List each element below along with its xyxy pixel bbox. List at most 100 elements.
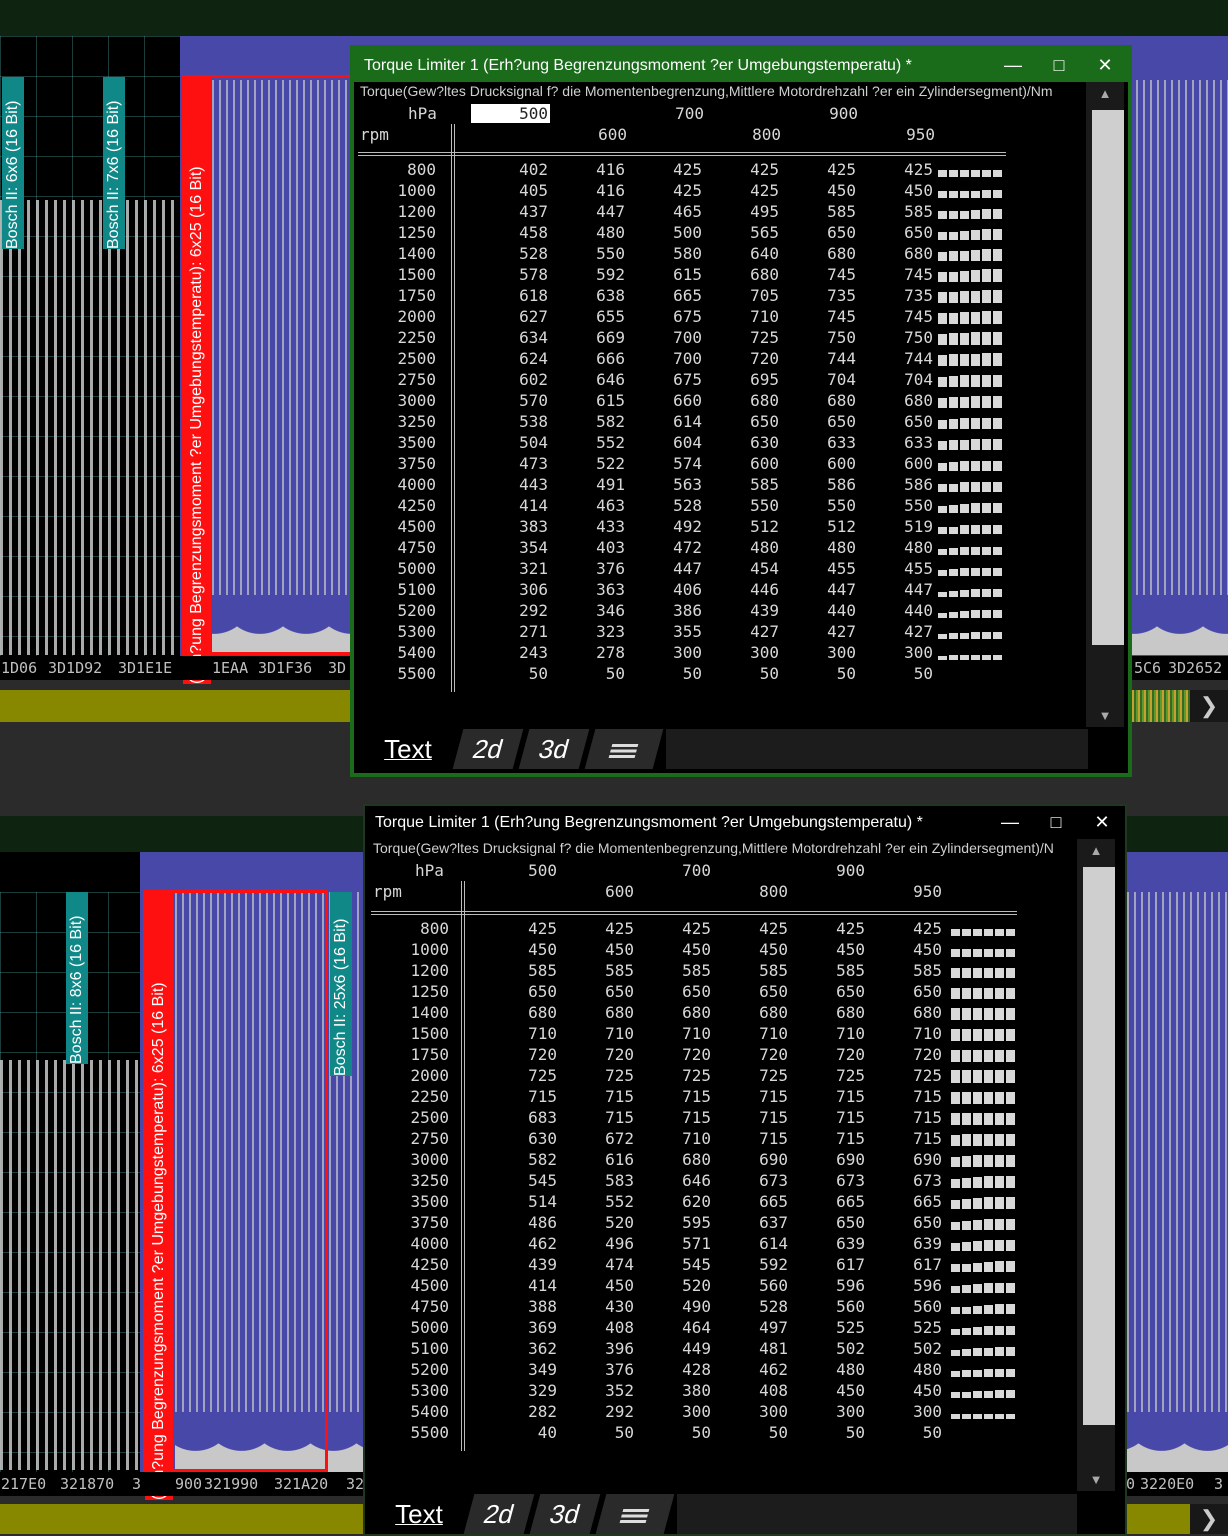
table-cell[interactable]: 405: [471, 181, 548, 200]
y-axis-value[interactable]: 1400: [358, 244, 436, 263]
map-table[interactable]: Torque(Gew?ltes Drucksignal f? die Momen…: [371, 839, 1077, 1491]
y-axis-value[interactable]: 4750: [358, 538, 436, 557]
table-cell[interactable]: 480: [856, 538, 933, 557]
y-axis-value[interactable]: 3250: [371, 1171, 449, 1190]
table-cell[interactable]: 673: [788, 1171, 865, 1190]
table-cell[interactable]: 474: [557, 1255, 634, 1274]
map-label-bosch-a[interactable]: Bosch II: 8x6 (16 Bit): [66, 892, 88, 1064]
y-axis-value[interactable]: 5000: [371, 1318, 449, 1337]
table-cell[interactable]: 672: [557, 1129, 634, 1148]
table-cell[interactable]: 660: [625, 391, 702, 410]
table-cell[interactable]: 574: [625, 454, 702, 473]
table-cell[interactable]: 585: [788, 961, 865, 980]
y-axis-value[interactable]: 4000: [371, 1234, 449, 1253]
table-cell[interactable]: 710: [788, 1024, 865, 1043]
scrollbar-thumb[interactable]: [1092, 110, 1124, 645]
table-cell[interactable]: 680: [634, 1003, 711, 1022]
table-cell[interactable]: 425: [779, 160, 856, 179]
x-axis-value[interactable]: 600: [557, 882, 634, 901]
table-cell[interactable]: 750: [856, 328, 933, 347]
table-cell[interactable]: 300: [856, 643, 933, 662]
table-cell[interactable]: 502: [865, 1339, 942, 1358]
table-cell[interactable]: 362: [480, 1339, 557, 1358]
table-cell[interactable]: 650: [702, 412, 779, 431]
y-axis-value[interactable]: 5100: [371, 1339, 449, 1358]
table-cell[interactable]: 486: [480, 1213, 557, 1232]
table-cell[interactable]: 439: [480, 1255, 557, 1274]
table-cell[interactable]: 704: [856, 370, 933, 389]
table-cell[interactable]: 300: [779, 643, 856, 662]
table-cell[interactable]: 355: [625, 622, 702, 641]
table-cell[interactable]: 720: [634, 1045, 711, 1064]
table-cell[interactable]: 745: [856, 265, 933, 284]
table-cell[interactable]: 455: [856, 559, 933, 578]
table-cell[interactable]: 618: [471, 286, 548, 305]
y-axis-value[interactable]: 2250: [358, 328, 436, 347]
table-cell[interactable]: 690: [865, 1150, 942, 1169]
table-cell[interactable]: 604: [625, 433, 702, 452]
table-cell[interactable]: 745: [856, 307, 933, 326]
table-cell[interactable]: 650: [788, 982, 865, 1001]
scroll-down-icon[interactable]: ▼: [1086, 708, 1124, 723]
table-cell[interactable]: 596: [865, 1276, 942, 1295]
y-axis-value[interactable]: 2750: [371, 1129, 449, 1148]
table-cell[interactable]: 300: [634, 1402, 711, 1421]
table-cell[interactable]: 550: [702, 496, 779, 515]
tab-text[interactable]: Text: [375, 1494, 463, 1534]
table-cell[interactable]: 710: [634, 1024, 711, 1043]
table-cell[interactable]: 650: [711, 982, 788, 1001]
table-cell[interactable]: 617: [788, 1255, 865, 1274]
y-axis-value[interactable]: 2750: [358, 370, 436, 389]
table-cell[interactable]: 323: [548, 622, 625, 641]
table-cell[interactable]: 700: [625, 328, 702, 347]
x-axis-value[interactable]: 600: [550, 125, 627, 144]
minimize-icon[interactable]: —: [990, 49, 1036, 82]
table-cell[interactable]: 616: [557, 1150, 634, 1169]
y-axis-value[interactable]: 5300: [371, 1381, 449, 1400]
table-cell[interactable]: 495: [702, 202, 779, 221]
table-cell[interactable]: 595: [634, 1213, 711, 1232]
table-cell[interactable]: 560: [865, 1297, 942, 1316]
table-cell[interactable]: 455: [779, 559, 856, 578]
table-cell[interactable]: 586: [779, 475, 856, 494]
table-cell[interactable]: 271: [471, 622, 548, 641]
x-axis-value[interactable]: 700: [634, 861, 711, 880]
table-cell[interactable]: 480: [702, 538, 779, 557]
table-cell[interactable]: 490: [634, 1297, 711, 1316]
table-cell[interactable]: 292: [557, 1402, 634, 1421]
table-cell[interactable]: 680: [779, 244, 856, 263]
table-cell[interactable]: 633: [779, 433, 856, 452]
x-axis-value[interactable]: 900: [788, 861, 865, 880]
table-cell[interactable]: 585: [480, 961, 557, 980]
y-axis-value[interactable]: 1000: [358, 181, 436, 200]
table-cell[interactable]: 563: [625, 475, 702, 494]
table-cell[interactable]: 481: [711, 1339, 788, 1358]
table-cell[interactable]: 50: [779, 664, 856, 683]
table-cell[interactable]: 725: [702, 328, 779, 347]
table-cell[interactable]: 306: [471, 580, 548, 599]
x-axis-value[interactable]: 900: [781, 104, 858, 123]
table-cell[interactable]: 450: [711, 940, 788, 959]
table-cell[interactable]: 388: [480, 1297, 557, 1316]
table-cell[interactable]: 725: [788, 1066, 865, 1085]
table-cell[interactable]: 528: [471, 244, 548, 263]
table-cell[interactable]: 633: [856, 433, 933, 452]
table-cell[interactable]: 512: [702, 517, 779, 536]
table-cell[interactable]: 472: [625, 538, 702, 557]
table-cell[interactable]: 725: [634, 1066, 711, 1085]
table-cell[interactable]: 725: [557, 1066, 634, 1085]
table-cell[interactable]: 496: [557, 1234, 634, 1253]
x-axis-value[interactable]: 800: [704, 125, 781, 144]
y-axis-value[interactable]: 1200: [358, 202, 436, 221]
y-axis-value[interactable]: 4500: [358, 517, 436, 536]
table-cell[interactable]: 570: [471, 391, 548, 410]
y-axis-value[interactable]: 1400: [371, 1003, 449, 1022]
table-cell[interactable]: 522: [548, 454, 625, 473]
x-axis-value[interactable]: 950: [865, 882, 942, 901]
y-axis-value[interactable]: 4000: [358, 475, 436, 494]
table-cell[interactable]: 725: [480, 1066, 557, 1085]
table-cell[interactable]: 528: [625, 496, 702, 515]
scroll-up-icon[interactable]: ▲: [1077, 843, 1115, 858]
table-cell[interactable]: 710: [480, 1024, 557, 1043]
table-cell[interactable]: 675: [625, 370, 702, 389]
